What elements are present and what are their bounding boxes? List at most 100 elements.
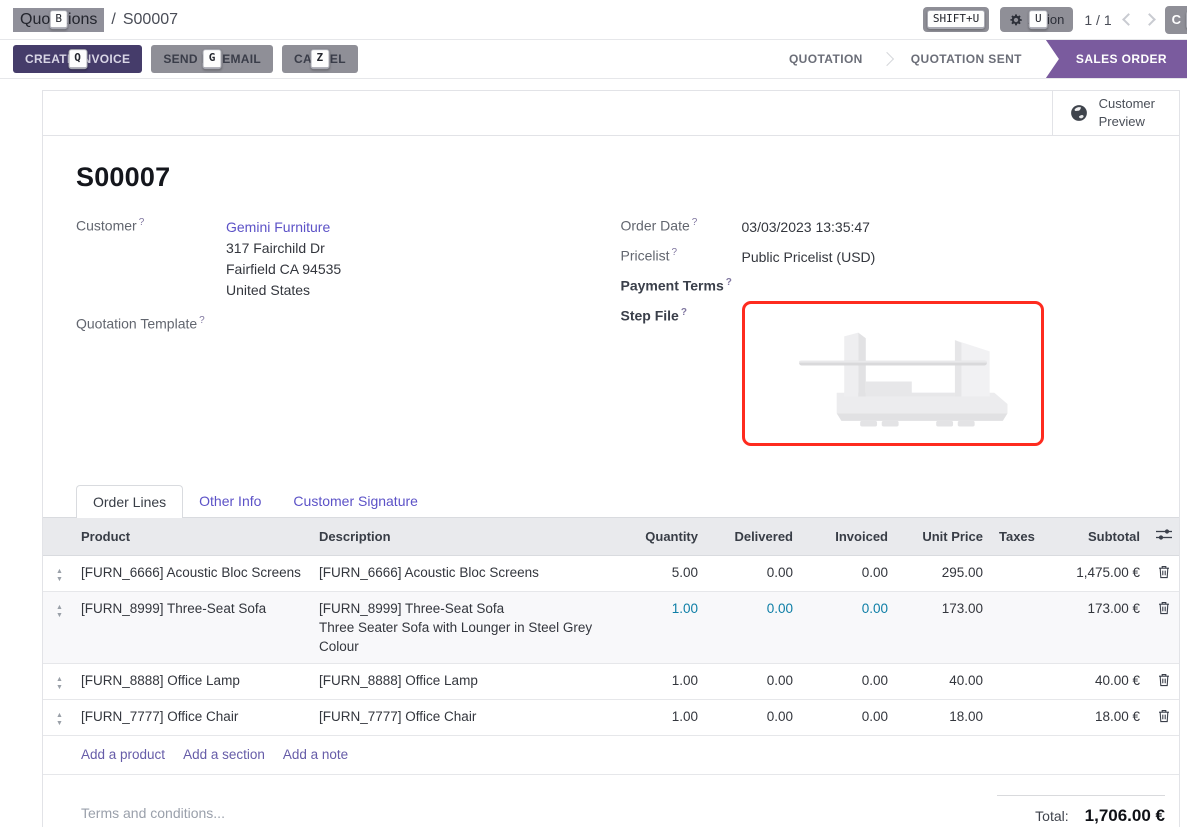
keyboard-hint-cancel: Z	[310, 49, 329, 69]
cell-quantity[interactable]: 1.00	[611, 592, 706, 625]
order-lines-table: Product Description Quantity Delivered I…	[43, 517, 1179, 775]
tab-other-info[interactable]: Other Info	[183, 485, 277, 517]
drag-handle-icon[interactable]: ▲▼	[43, 700, 76, 735]
cell-quantity[interactable]: 1.00	[611, 700, 706, 733]
field-column-right: Order Date? 03/03/2023 13:35:47 Pricelis…	[621, 217, 1166, 455]
customer-link[interactable]: Gemini Furniture	[226, 219, 330, 235]
header-product[interactable]: Product	[76, 518, 311, 555]
trash-icon	[1158, 601, 1170, 615]
help-icon[interactable]: ?	[199, 315, 205, 326]
cell-delivered[interactable]: 0.00	[706, 664, 801, 697]
cell-unit-price[interactable]: 40.00	[896, 664, 991, 697]
create-invoice-button[interactable]: CREATE INVOICE Q	[13, 45, 142, 73]
cell-description[interactable]: [FURN_8888] Office Lamp	[311, 664, 611, 697]
help-icon[interactable]: ?	[726, 277, 732, 288]
customer-address-line1: 317 Fairchild Dr	[226, 238, 341, 259]
header-delivered[interactable]: Delivered	[706, 518, 801, 555]
help-icon[interactable]: ?	[672, 247, 678, 258]
cell-delivered[interactable]: 0.00	[706, 700, 801, 733]
cell-quantity[interactable]: 5.00	[611, 556, 706, 589]
add-a-product-link[interactable]: Add a product	[81, 747, 165, 762]
trash-icon	[1158, 565, 1170, 579]
step-file-preview[interactable]	[742, 301, 1044, 446]
cell-product[interactable]: [FURN_6666] Acoustic Bloc Screens	[76, 556, 311, 589]
cell-unit-price[interactable]: 18.00	[896, 700, 991, 733]
cell-description[interactable]: [FURN_6666] Acoustic Bloc Screens	[311, 556, 611, 589]
table-row[interactable]: ▲▼ [FURN_8999] Three-Seat Sofa [FURN_899…	[43, 592, 1179, 664]
cell-quantity[interactable]: 1.00	[611, 664, 706, 697]
keyboard-hint-action: U	[1029, 10, 1048, 30]
status-bar: QUOTATION QUOTATION SENT SALES ORDER	[765, 40, 1187, 78]
delete-row-button[interactable]	[1148, 592, 1179, 627]
table-row[interactable]: ▲▼ [FURN_8888] Office Lamp [FURN_8888] O…	[43, 664, 1179, 700]
drag-handle-icon[interactable]: ▲▼	[43, 556, 76, 591]
header-description[interactable]: Description	[311, 518, 611, 555]
delete-row-button[interactable]	[1148, 664, 1179, 699]
trash-icon	[1158, 709, 1170, 723]
keyboard-hint-send-email: G	[203, 49, 222, 69]
pager-previous-icon[interactable]	[1122, 13, 1135, 26]
table-row[interactable]: ▲▼ [FURN_6666] Acoustic Bloc Screens [FU…	[43, 556, 1179, 592]
tab-order-lines[interactable]: Order Lines	[76, 485, 183, 518]
cell-delivered[interactable]: 0.00	[706, 556, 801, 589]
shortcut-overlay-button[interactable]: SHIFT+U	[923, 7, 989, 33]
payment-terms-label: Payment Terms?	[621, 277, 742, 294]
breadcrumb: Quotations B / S00007	[13, 8, 178, 32]
cell-product[interactable]: [FURN_7777] Office Chair	[76, 700, 311, 733]
cell-unit-price[interactable]: 295.00	[896, 556, 991, 589]
breadcrumb-quotations[interactable]: Quotations B	[13, 8, 104, 32]
header-quantity[interactable]: Quantity	[611, 518, 706, 555]
delete-row-button[interactable]	[1148, 700, 1179, 735]
stage-quotation-sent[interactable]: QUOTATION SENT	[887, 40, 1046, 78]
drag-handle-icon[interactable]: ▲▼	[43, 664, 76, 699]
cell-invoiced[interactable]: 0.00	[801, 556, 896, 589]
cell-product[interactable]: [FURN_8999] Three-Seat Sofa	[76, 592, 311, 625]
cell-invoiced[interactable]: 0.00	[801, 592, 896, 625]
cancel-button[interactable]: CANCEL Z	[282, 45, 358, 73]
optional-columns-button[interactable]	[1148, 518, 1180, 555]
header-taxes[interactable]: Taxes	[991, 518, 1036, 555]
action-menu-button[interactable]: Action U	[1000, 7, 1073, 32]
quotation-template-field: Quotation Template?	[76, 315, 621, 332]
total-box: Total: 1,706.00 €	[997, 795, 1165, 826]
corner-button[interactable]: C	[1165, 6, 1187, 34]
field-column-left: Customer? Gemini Furniture 317 Fairchild…	[76, 217, 621, 455]
pager-next-icon[interactable]	[1143, 13, 1156, 26]
help-icon[interactable]: ?	[139, 217, 145, 228]
stage-sales-order[interactable]: SALES ORDER	[1046, 40, 1187, 78]
step-file-3d-model	[768, 312, 1018, 434]
cell-product[interactable]: [FURN_8888] Office Lamp	[76, 664, 311, 697]
delete-row-button[interactable]	[1148, 556, 1179, 591]
header-subtotal[interactable]: Subtotal	[1036, 518, 1148, 555]
top-bar: Quotations B / S00007 SHIFT+U Action U 1…	[0, 0, 1187, 40]
cell-description[interactable]: [FURN_7777] Office Chair	[311, 700, 611, 733]
add-a-section-link[interactable]: Add a section	[183, 747, 265, 762]
pager-count: 1 / 1	[1084, 12, 1111, 28]
pricelist-value[interactable]: Public Pricelist (USD)	[742, 247, 876, 268]
help-icon[interactable]: ?	[692, 217, 698, 228]
cell-delivered[interactable]: 0.00	[706, 592, 801, 625]
breadcrumb-current: S00007	[123, 11, 178, 29]
cell-invoiced[interactable]: 0.00	[801, 664, 896, 697]
cell-invoiced[interactable]: 0.00	[801, 700, 896, 733]
help-icon[interactable]: ?	[681, 307, 687, 318]
table-row[interactable]: ▲▼ [FURN_7777] Office Chair [FURN_7777] …	[43, 700, 1179, 736]
terms-and-conditions-input[interactable]: Terms and conditions...	[81, 795, 225, 826]
tab-customer-signature[interactable]: Customer Signature	[277, 485, 434, 517]
customer-address-line2: Fairfield CA 94535	[226, 259, 341, 280]
customer-preview-button[interactable]: Customer Preview	[1052, 91, 1179, 135]
keyboard-hint-create-invoice: Q	[68, 49, 87, 69]
customer-preview-label: Customer Preview	[1099, 95, 1155, 130]
cell-unit-price[interactable]: 173.00	[896, 592, 991, 625]
top-bar-right: SHIFT+U Action U 1 / 1 C	[923, 6, 1187, 34]
cell-subtotal: 173.00 €	[1036, 592, 1148, 625]
add-a-note-link[interactable]: Add a note	[283, 747, 348, 762]
send-by-email-button[interactable]: SEND BY EMAIL G	[151, 45, 273, 73]
stage-quotation[interactable]: QUOTATION	[765, 40, 887, 78]
payment-terms-field: Payment Terms?	[621, 277, 1166, 294]
header-unit-price[interactable]: Unit Price	[896, 518, 991, 555]
order-date-value[interactable]: 03/03/2023 13:35:47	[742, 217, 870, 238]
header-invoiced[interactable]: Invoiced	[801, 518, 896, 555]
cell-description[interactable]: [FURN_8999] Three-Seat Sofa Three Seater…	[311, 592, 611, 663]
drag-handle-icon[interactable]: ▲▼	[43, 592, 76, 627]
